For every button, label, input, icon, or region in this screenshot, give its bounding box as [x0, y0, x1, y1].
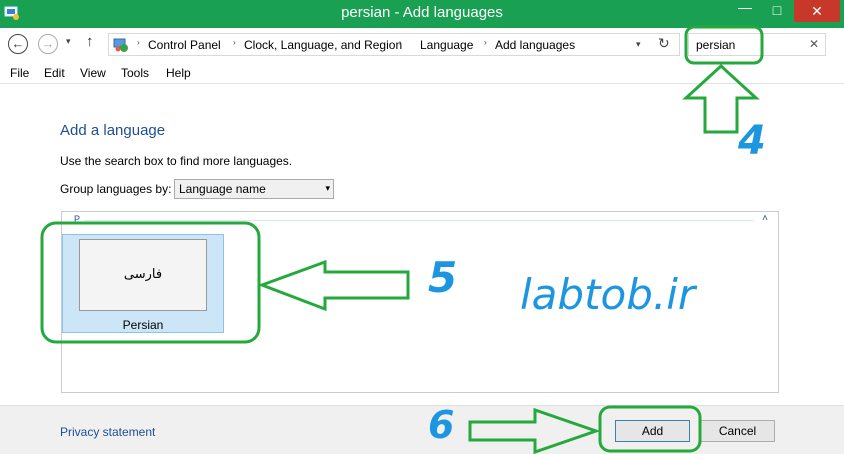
search-highlight-box: [684, 25, 764, 65]
site-watermark: labtob.ir: [520, 270, 696, 319]
step-number-6: 6: [428, 403, 455, 447]
annotation-overlay: [40, 25, 764, 454]
add-highlight-box: [598, 405, 702, 453]
step-number-4: 4: [738, 118, 766, 164]
step-number-5: 5: [428, 253, 458, 302]
left-arrow-icon: [257, 259, 410, 312]
language-highlight-box: [40, 221, 261, 344]
right-arrow-icon: [468, 407, 601, 454]
